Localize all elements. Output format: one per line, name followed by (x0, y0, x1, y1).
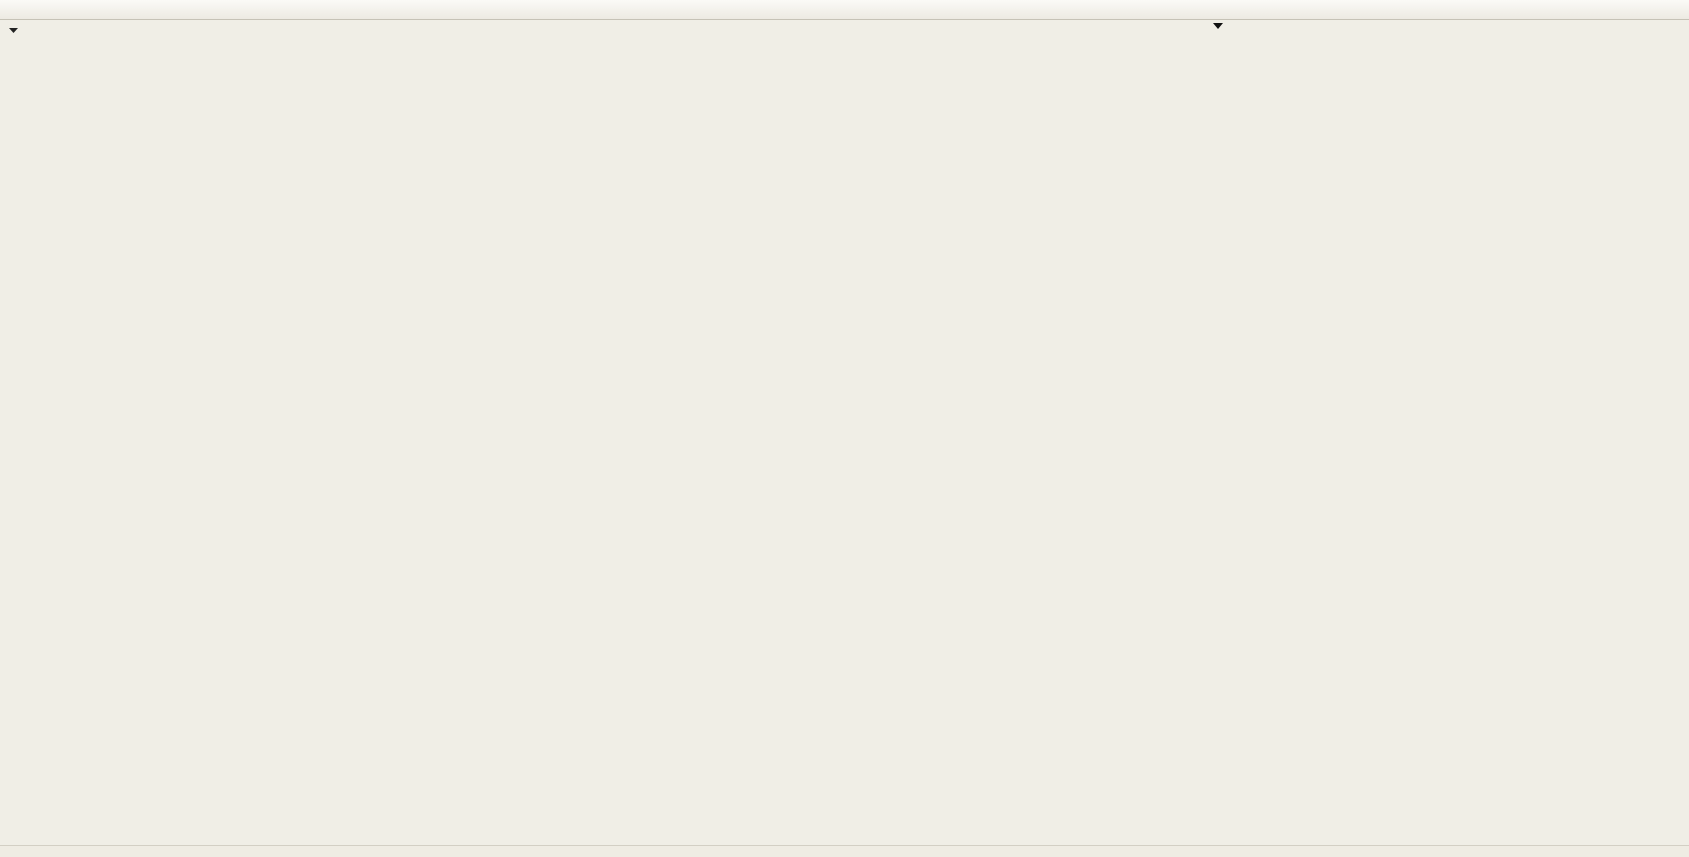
chart-title-dropdown-icon[interactable] (9, 28, 18, 33)
status-strip (0, 845, 1689, 857)
chart-canvas[interactable] (0, 20, 1689, 857)
toolbar (0, 0, 1689, 20)
chart-shift-marker (1213, 23, 1223, 29)
metatrader-window (0, 0, 1689, 857)
